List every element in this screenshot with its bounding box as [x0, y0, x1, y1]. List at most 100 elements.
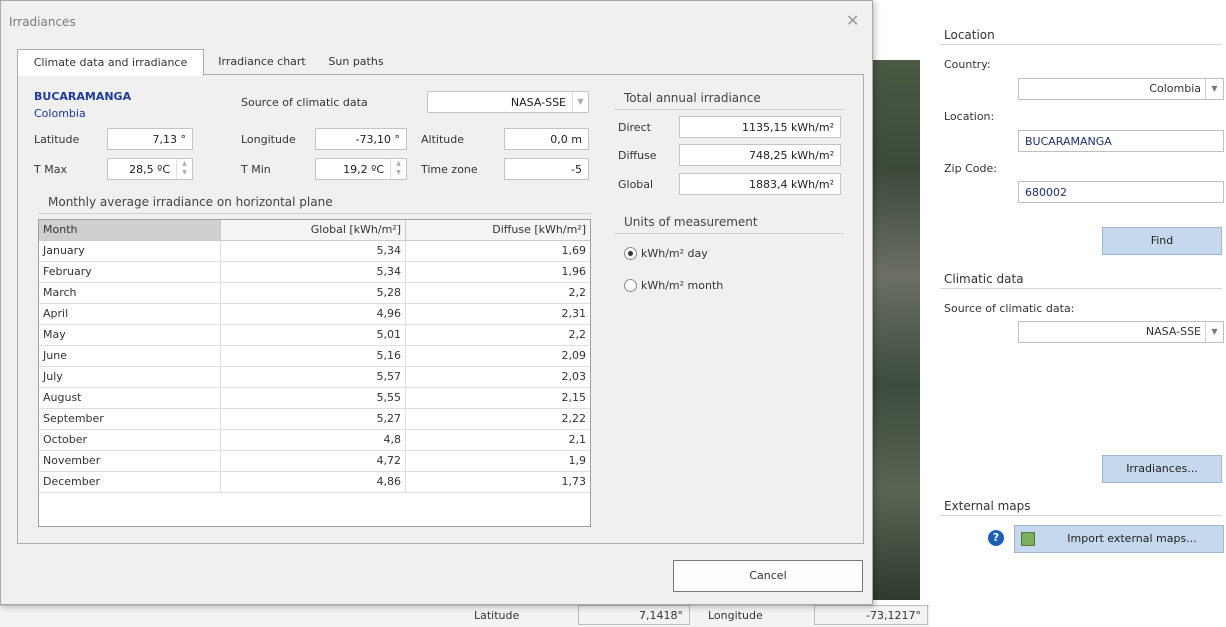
- month-cell: December: [39, 472, 221, 492]
- tmax-label: T Max: [34, 163, 67, 176]
- total-annual-title: Total annual irradiance: [624, 91, 761, 105]
- direct-value: 1135,15 kWh/m²: [679, 116, 841, 138]
- table-row[interactable]: January 5,34 1,69: [39, 241, 590, 262]
- help-icon[interactable]: ?: [988, 530, 1004, 546]
- global-cell: 4,72: [221, 451, 406, 471]
- global-cell: 5,55: [221, 388, 406, 408]
- month-cell: August: [39, 388, 221, 408]
- global-label: Global: [618, 178, 654, 191]
- close-icon[interactable]: ✕: [846, 11, 859, 30]
- diffuse-cell: 2,31: [561, 307, 587, 320]
- total-annual-divider: [614, 109, 844, 110]
- timezone-field[interactable]: -5: [504, 158, 589, 180]
- country-label: Country:: [944, 58, 991, 71]
- table-row[interactable]: May 5,01 2,2: [39, 325, 590, 346]
- chevron-down-icon[interactable]: ▼: [572, 92, 588, 112]
- diffuse-cell: 2,03: [561, 370, 587, 383]
- altitude-field[interactable]: 0,0 m: [504, 128, 589, 150]
- climatic-source-value: NASA-SSE: [1145, 325, 1201, 338]
- table-row[interactable]: July 5,57 2,03: [39, 367, 590, 388]
- status-latitude-value: 7,1418°: [578, 605, 690, 625]
- climatic-source-select[interactable]: NASA-SSE ▼: [1018, 321, 1224, 343]
- tmin-stepper[interactable]: 19,2 ºC ▲ ▼: [315, 158, 407, 180]
- units-divider: [614, 233, 844, 234]
- location-label: Location:: [944, 110, 995, 123]
- altitude-label: Altitude: [421, 133, 464, 146]
- climatic-data-divider: [940, 288, 1222, 289]
- diffuse-cell: 2,15: [561, 391, 587, 404]
- month-cell: April: [39, 304, 221, 324]
- column-header-diffuse[interactable]: Diffuse [kWh/m²]: [406, 220, 590, 241]
- table-row[interactable]: September 5,27 2,22: [39, 409, 590, 430]
- global-cell: 5,57: [221, 367, 406, 387]
- column-header-month[interactable]: Month: [39, 220, 221, 241]
- tmax-stepper[interactable]: 28,5 ºC ▲ ▼: [107, 158, 193, 180]
- diffuse-cell: 2,22: [561, 412, 587, 425]
- table-title-divider: [38, 213, 591, 214]
- location-divider: [940, 44, 1222, 45]
- column-header-global[interactable]: Global [kWh/m²]: [221, 220, 406, 241]
- table-row[interactable]: June 5,16 2,09: [39, 346, 590, 367]
- diffuse-cell: 2,2: [568, 328, 587, 341]
- country-select[interactable]: Colombia ▼: [1018, 78, 1224, 100]
- map-icon: [1021, 532, 1035, 546]
- month-cell: February: [39, 262, 221, 282]
- units-title: Units of measurement: [624, 215, 758, 229]
- diffuse-cell: 1,96: [561, 265, 587, 278]
- latitude-label: Latitude: [34, 133, 80, 146]
- table-row[interactable]: November 4,72 1,9: [39, 451, 590, 472]
- source-select[interactable]: NASA-SSE ▼: [427, 91, 589, 113]
- status-latitude-label: Latitude: [474, 609, 520, 622]
- global-cell: 5,28: [221, 283, 406, 303]
- diffuse-value: 748,25 kWh/m²: [679, 144, 841, 166]
- location-panel: Location Country: Colombia ▼ Location: B…: [930, 0, 1226, 627]
- month-cell: November: [39, 451, 221, 471]
- table-row[interactable]: March 5,28 2,2: [39, 283, 590, 304]
- zip-code-input[interactable]: 680002: [1018, 181, 1224, 203]
- radio-kwh-day[interactable]: [624, 247, 637, 260]
- latitude-field[interactable]: 7,13 °: [107, 128, 193, 150]
- diffuse-label: Diffuse: [618, 149, 657, 162]
- climatic-source-label: Source of climatic data:: [944, 302, 1075, 315]
- radio-kwh-month-label[interactable]: kWh/m² month: [641, 279, 723, 292]
- table-row[interactable]: August 5,55 2,15: [39, 388, 590, 409]
- tab-climate-data[interactable]: Climate data and irradiance: [17, 49, 204, 76]
- table-row[interactable]: February 5,34 1,96: [39, 262, 590, 283]
- stepper-arrows-icon[interactable]: ▲ ▼: [176, 159, 192, 179]
- chevron-down-icon[interactable]: ▼: [1205, 322, 1223, 342]
- chevron-down-icon[interactable]: ▼: [1205, 79, 1223, 99]
- source-label: Source of climatic data: [241, 96, 368, 109]
- month-cell: May: [39, 325, 221, 345]
- import-external-maps-button[interactable]: Import external maps...: [1014, 525, 1224, 553]
- climatic-data-title: Climatic data: [944, 272, 1024, 286]
- tab-irradiance-chart[interactable]: Irradiance chart: [207, 49, 317, 75]
- tab-sun-paths[interactable]: Sun paths: [317, 49, 395, 75]
- global-cell: 4,8: [221, 430, 406, 450]
- city-name: BUCARAMANGA: [34, 90, 132, 103]
- location-section-title: Location: [944, 28, 995, 42]
- global-cell: 5,01: [221, 325, 406, 345]
- global-cell: 4,96: [221, 304, 406, 324]
- global-cell: 5,27: [221, 409, 406, 429]
- tmax-value: 28,5 ºC: [129, 163, 170, 176]
- global-value: 1883,4 kWh/m²: [679, 173, 841, 195]
- radio-kwh-day-label[interactable]: kWh/m² day: [641, 247, 708, 260]
- zip-code-label: Zip Code:: [944, 162, 997, 175]
- monthly-irradiance-table[interactable]: Month Global [kWh/m²] Diffuse [kWh/m²] J…: [38, 219, 591, 527]
- coordinates-bar: [0, 605, 930, 627]
- monthly-table-title: Monthly average irradiance on horizontal…: [48, 195, 333, 209]
- radio-kwh-month[interactable]: [624, 279, 637, 292]
- month-cell: October: [39, 430, 221, 450]
- tmin-value: 19,2 ºC: [343, 163, 384, 176]
- stepper-arrows-icon[interactable]: ▲ ▼: [390, 159, 406, 179]
- cancel-button[interactable]: Cancel: [673, 560, 863, 592]
- month-cell: June: [39, 346, 221, 366]
- diffuse-cell: 2,2: [568, 286, 587, 299]
- irradiances-button[interactable]: Irradiances...: [1102, 455, 1222, 483]
- longitude-field[interactable]: -73,10 °: [315, 128, 407, 150]
- table-row[interactable]: October 4,8 2,1: [39, 430, 590, 451]
- table-row[interactable]: April 4,96 2,31: [39, 304, 590, 325]
- table-row[interactable]: December 4,86 1,73: [39, 472, 590, 493]
- find-button[interactable]: Find: [1102, 227, 1222, 255]
- location-input[interactable]: BUCARAMANGA: [1018, 130, 1224, 152]
